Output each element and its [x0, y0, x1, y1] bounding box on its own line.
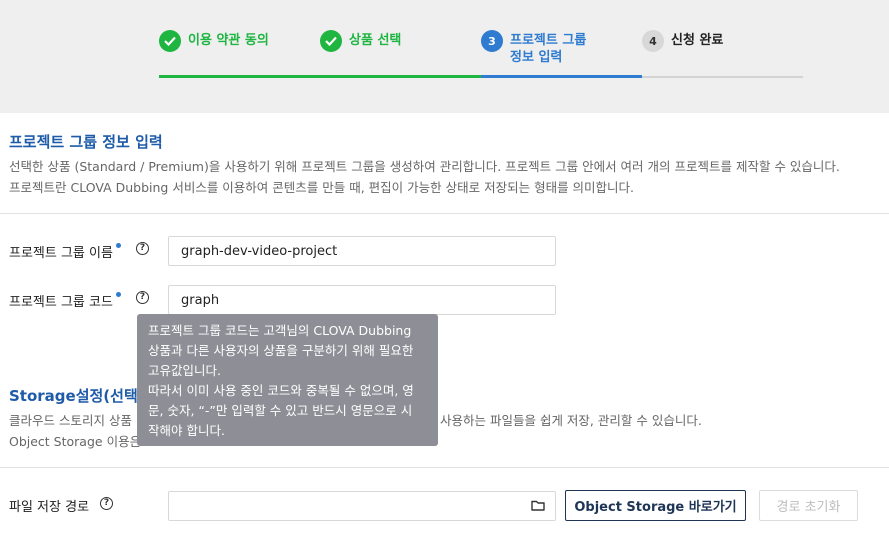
reset-path-button[interactable]: 경로 초기화	[759, 490, 858, 521]
tooltip-line: 상품과 다른 사용자의 상품을 구분하기 위해 필요한	[148, 343, 414, 358]
tooltip-line: 작해야 합니다.	[148, 423, 225, 438]
step-label: 이용 약관 동의	[188, 33, 269, 48]
step-label-line1: 프로젝트 그룹	[510, 33, 587, 48]
project-code-tooltip: 프로젝트 그룹 코드는 고객님의 CLOVA Dubbing 상품과 다른 사용…	[137, 314, 438, 446]
section-title: 프로젝트 그룹 정보 입력	[9, 133, 163, 151]
object-storage-link-button[interactable]: Object Storage 바로가기	[565, 490, 746, 521]
tooltip-line: 프로젝트 그룹 코드는 고객님의 CLOVA Dubbing	[148, 323, 412, 338]
divider	[0, 213, 889, 214]
storage-description: 클라우드 스토리지 상품	[9, 413, 132, 428]
step-label: 상품 선택	[349, 33, 402, 48]
help-icon[interactable]: ?	[136, 242, 149, 255]
step-progress-line	[642, 76, 803, 78]
storage-description: Object Storage 이용은	[9, 434, 142, 449]
required-dot	[115, 292, 121, 297]
step-progress-line	[159, 75, 320, 78]
label-text: 프로젝트 그룹 코드	[9, 295, 113, 310]
step-label: 신청 완료	[671, 33, 724, 48]
tooltip-line: 고유값입니다.	[148, 363, 221, 378]
check-icon	[159, 30, 181, 52]
label-text: 프로젝트 그룹 이름	[9, 246, 113, 261]
project-group-code-label: 프로젝트 그룹 코드	[9, 291, 121, 310]
section-description: 프로젝트란 CLOVA Dubbing 서비스를 이용하여 콘텐츠를 만들 때,…	[9, 180, 635, 195]
step-terms: 이용 약관 동의	[159, 0, 320, 79]
file-path-label: 파일 저장 경로	[9, 500, 90, 515]
check-icon	[320, 30, 342, 52]
storage-section-title: Storage설정(선택)	[9, 387, 145, 405]
step-label-line2: 정보 입력	[510, 50, 563, 65]
divider	[0, 467, 889, 468]
folder-icon[interactable]	[531, 500, 545, 511]
step-progress-line	[320, 75, 481, 78]
required-dot	[115, 243, 121, 248]
help-icon[interactable]: ?	[100, 497, 113, 510]
tooltip-line: 따라서 이미 사용 중인 코드와 중복될 수 없으며, 영	[148, 383, 414, 398]
step-number: 4	[642, 30, 664, 52]
tooltip-line: 문, 숫자, “-”만 입력할 수 있고 반드시 영문으로 시	[148, 403, 413, 418]
project-group-name-label: 프로젝트 그룹 이름	[9, 242, 121, 261]
step-project-group: 3 프로젝트 그룹 정보 입력	[481, 0, 642, 79]
step-label: 프로젝트 그룹 정보 입력	[510, 32, 586, 66]
step-number: 3	[481, 30, 503, 52]
file-path-input[interactable]	[168, 491, 556, 521]
step-product: 상품 선택	[320, 0, 481, 79]
project-group-name-input[interactable]	[168, 236, 556, 266]
step-complete: 4 신청 완료	[642, 0, 803, 79]
project-group-code-input[interactable]	[168, 285, 556, 315]
step-progress-line	[481, 75, 642, 78]
storage-description: 사용하는 파일들을 쉽게 저장, 관리할 수 있습니다.	[440, 413, 702, 428]
section-description: 선택한 상품 (Standard / Premium)을 사용하기 위해 프로젝…	[9, 159, 840, 174]
stepper-header: 이용 약관 동의 상품 선택 3 프로젝트 그룹 정보 입력 4 신청 완료	[0, 0, 889, 113]
help-icon[interactable]: ?	[136, 291, 149, 304]
